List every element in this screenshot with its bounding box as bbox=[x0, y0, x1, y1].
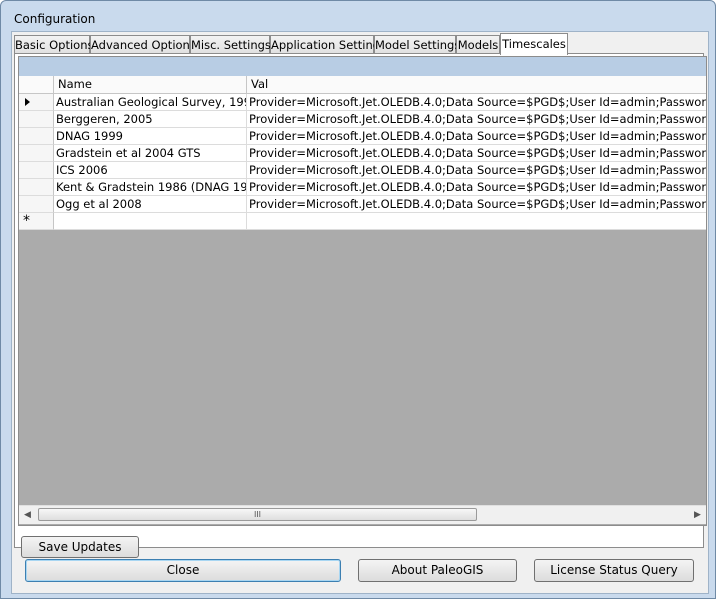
cell-name[interactable]: ICS 2006 bbox=[54, 162, 247, 179]
cell-val[interactable]: Provider=Microsoft.Jet.OLEDB.4.0;Data So… bbox=[247, 94, 706, 111]
tab-basic-options[interactable]: Basic Options bbox=[14, 35, 93, 53]
tab-misc-settings[interactable]: Misc. Settings bbox=[190, 35, 271, 53]
tab-advanced-options[interactable]: Advanced Options bbox=[90, 35, 196, 53]
timescales-grid[interactable]: Name Val Australian Geological Survey, 1… bbox=[18, 56, 707, 526]
row-header[interactable] bbox=[19, 162, 54, 179]
cell-name[interactable]: DNAG 1999 bbox=[54, 128, 247, 145]
new-row-cell-name[interactable] bbox=[54, 213, 247, 230]
row-header[interactable] bbox=[19, 94, 54, 111]
tab-application-settings[interactable]: Application Settings bbox=[270, 35, 386, 53]
window-client-area: Basic Options Advanced Options Misc. Set… bbox=[11, 31, 709, 594]
row-header[interactable] bbox=[19, 145, 54, 162]
column-header-name[interactable]: Name bbox=[54, 76, 247, 94]
close-button[interactable]: Close bbox=[25, 559, 341, 582]
row-header[interactable] bbox=[19, 179, 54, 196]
new-row-asterisk-icon: * bbox=[23, 213, 30, 229]
license-status-query-button[interactable]: License Status Query bbox=[534, 559, 694, 582]
column-header-val[interactable]: Val bbox=[247, 76, 706, 94]
scrollbar-thumb[interactable]: III bbox=[38, 508, 477, 521]
title-bar[interactable]: Configuration bbox=[1, 1, 715, 31]
new-row-header[interactable]: * bbox=[19, 213, 54, 230]
configuration-window: Configuration Basic Options Advanced Opt… bbox=[0, 0, 716, 599]
cell-name[interactable]: Kent & Gradstein 1986 (DNAG 1986) bbox=[54, 179, 247, 196]
triangle-right-icon bbox=[25, 98, 30, 106]
tab-timescales[interactable]: Timescales bbox=[500, 33, 568, 55]
window-title: Configuration bbox=[14, 12, 96, 26]
cell-name[interactable]: Berggeren, 2005 bbox=[54, 111, 247, 128]
save-updates-button[interactable]: Save Updates bbox=[21, 536, 139, 558]
cell-val[interactable]: Provider=Microsoft.Jet.OLEDB.4.0;Data So… bbox=[247, 128, 706, 145]
new-row-cell-val[interactable] bbox=[247, 213, 706, 230]
cell-name[interactable]: Australian Geological Survey, 1995 bbox=[54, 94, 247, 111]
cell-val[interactable]: Provider=Microsoft.Jet.OLEDB.4.0;Data So… bbox=[247, 111, 706, 128]
row-header[interactable] bbox=[19, 111, 54, 128]
row-header[interactable] bbox=[19, 128, 54, 145]
scroll-right-icon[interactable]: ▶ bbox=[689, 506, 706, 524]
horizontal-scrollbar[interactable]: ◀ III ▶ bbox=[19, 505, 706, 524]
grid-caption-bar bbox=[19, 57, 706, 76]
cell-val[interactable]: Provider=Microsoft.Jet.OLEDB.4.0;Data So… bbox=[247, 145, 706, 162]
tab-model-settings[interactable]: Model Settings bbox=[374, 35, 460, 53]
row-header[interactable] bbox=[19, 196, 54, 213]
about-paleogis-button[interactable]: About PaleoGIS bbox=[358, 559, 517, 582]
timescales-tab-page: Name Val Australian Geological Survey, 1… bbox=[14, 53, 707, 558]
tab-models[interactable]: Models bbox=[456, 35, 500, 53]
cell-val[interactable]: Provider=Microsoft.Jet.OLEDB.4.0;Data So… bbox=[247, 196, 706, 213]
scroll-left-icon[interactable]: ◀ bbox=[19, 506, 36, 524]
cell-val[interactable]: Provider=Microsoft.Jet.OLEDB.4.0;Data So… bbox=[247, 162, 706, 179]
cell-name[interactable]: Ogg et al 2008 bbox=[54, 196, 247, 213]
cell-name[interactable]: Gradstein et al 2004 GTS bbox=[54, 145, 247, 162]
row-header-corner[interactable] bbox=[19, 76, 54, 94]
cell-val[interactable]: Provider=Microsoft.Jet.OLEDB.4.0;Data So… bbox=[247, 179, 706, 196]
